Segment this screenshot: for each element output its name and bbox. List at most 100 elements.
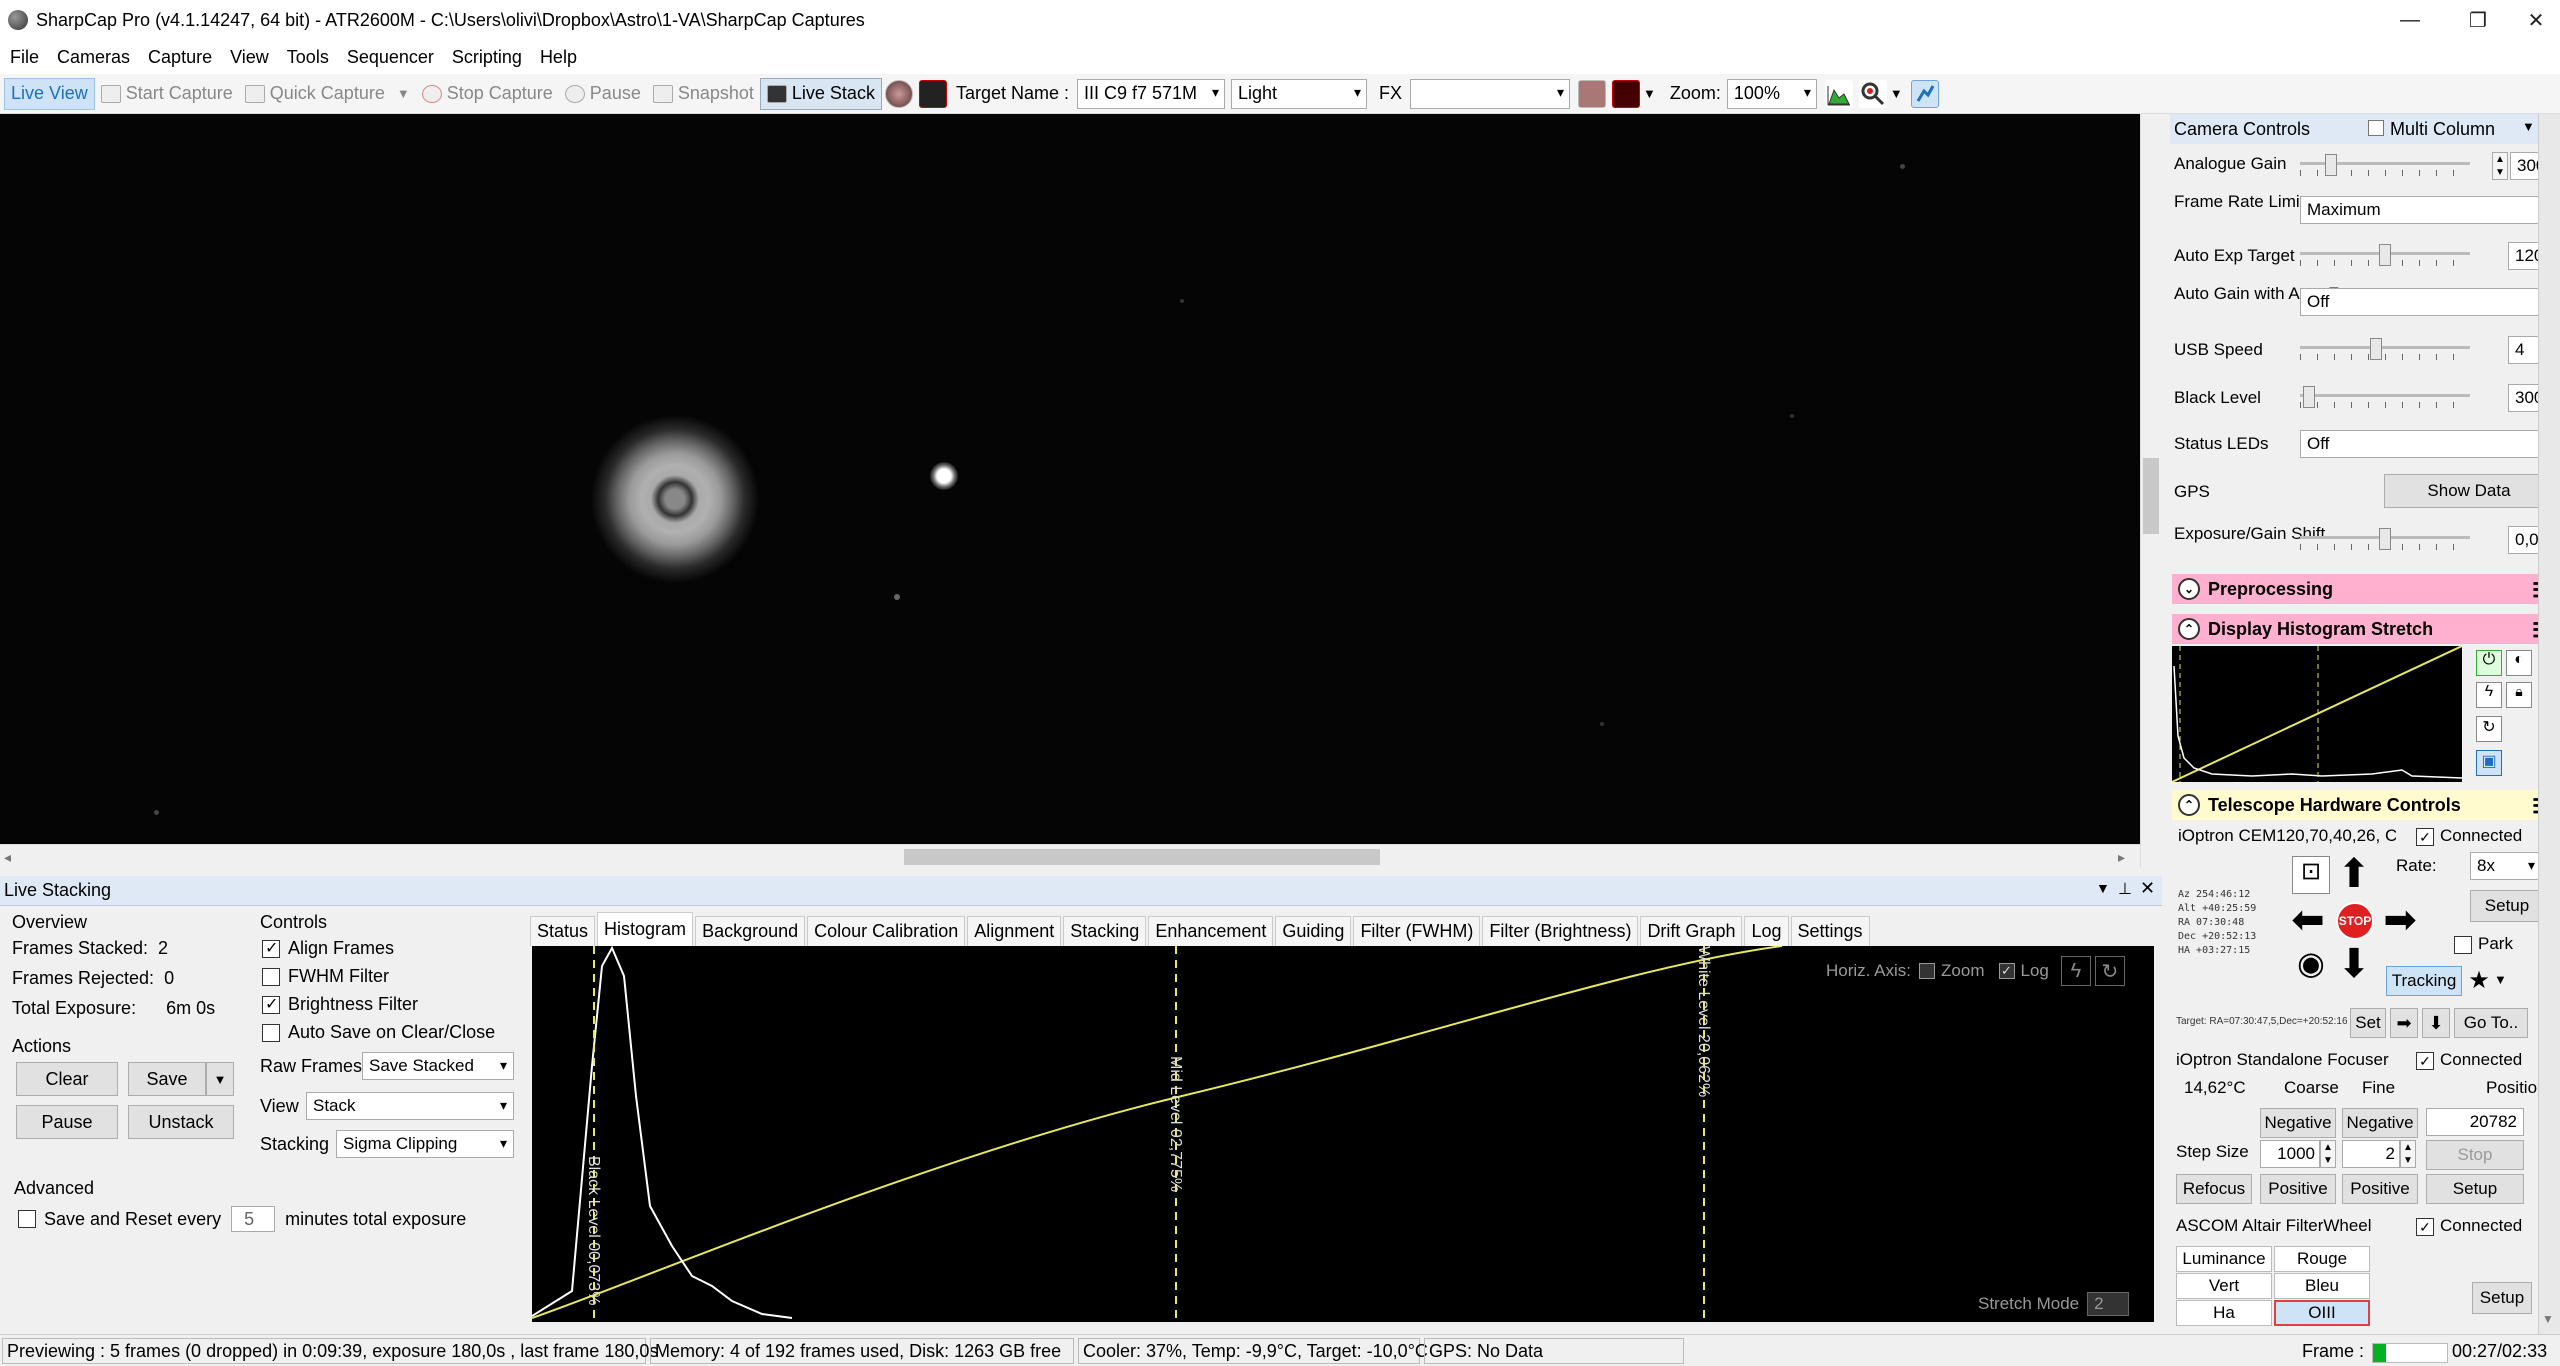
fine-step-input[interactable]: 2	[2342, 1140, 2400, 1168]
zoom-checkbox[interactable]	[1919, 963, 1936, 979]
histogram-stretch-header[interactable]: ⌃ Display Histogram Stretch ☰	[2172, 614, 2558, 644]
clear-button[interactable]: Clear	[16, 1062, 118, 1096]
analogue-gain-thumb[interactable]	[2325, 154, 2338, 176]
multi-column-checkbox[interactable]	[2368, 120, 2384, 136]
magnifier-icon[interactable]	[1858, 79, 1887, 108]
quick-capture-button[interactable]: Quick Capture ▼	[239, 78, 416, 110]
frame-type-select[interactable]: Light	[1231, 78, 1367, 109]
black-level-slider[interactable]	[2300, 386, 2470, 408]
mount-setup-button[interactable]: Setup	[2470, 890, 2544, 922]
image-viewer[interactable]	[0, 114, 2140, 844]
contrast-icon[interactable]: ◐	[2506, 650, 2532, 676]
arrow-up-icon[interactable]: ⬆	[2334, 854, 2374, 894]
dock-icon[interactable]	[1910, 79, 1939, 108]
filter-bleu[interactable]: Bleu	[2274, 1273, 2370, 1299]
reset-icon[interactable]: ↻	[2094, 956, 2125, 986]
tab-filter-brightness[interactable]: Filter (Brightness)	[1482, 916, 1639, 946]
brightness-filter-checkbox[interactable]	[262, 994, 280, 1014]
viewer-hscrollbar[interactable]: ◂ ▸	[0, 844, 2140, 868]
tab-colour-calibration[interactable]: Colour Calibration	[807, 916, 966, 946]
arrow-left-icon[interactable]: ⬅	[2288, 900, 2328, 940]
restore-button[interactable]: ❐	[2444, 0, 2512, 40]
menu-capture[interactable]: Capture	[148, 47, 212, 68]
arrow-down-icon[interactable]: ⬇	[2334, 944, 2374, 984]
arrow-right-icon[interactable]: ➡	[2380, 900, 2420, 940]
tab-drift-graph[interactable]: Drift Graph	[1640, 916, 1743, 946]
menu-sequencer[interactable]: Sequencer	[347, 47, 434, 68]
star-icon[interactable]: ★	[2464, 966, 2494, 996]
home-target-icon[interactable]: ◉	[2292, 944, 2330, 982]
minimize-button[interactable]: —	[2376, 0, 2444, 40]
usb-speed-thumb[interactable]	[2369, 338, 2382, 360]
fine-positive-button[interactable]: Positive	[2342, 1174, 2418, 1204]
refocus-button[interactable]: Refocus	[2176, 1174, 2252, 1204]
save-button[interactable]: Save	[128, 1062, 206, 1096]
menu-help[interactable]: Help	[540, 47, 577, 68]
auto-save-checkbox[interactable]	[262, 1023, 280, 1042]
tab-stacking[interactable]: Stacking	[1063, 916, 1147, 946]
menu-scripting[interactable]: Scripting	[452, 47, 522, 68]
histogram-icon[interactable]	[1824, 79, 1853, 108]
hscroll-thumb[interactable]	[904, 849, 1380, 865]
lightning-icon[interactable]: ϟ	[2476, 682, 2502, 708]
chevron-down-icon[interactable]: ▼	[1890, 86, 1903, 101]
tab-background[interactable]: Background	[695, 916, 806, 946]
align-frames-checkbox[interactable]	[262, 938, 280, 958]
set-button[interactable]: Set	[2350, 1008, 2386, 1038]
right-panel-scrollbar[interactable]: ▼	[2538, 114, 2560, 1334]
pause-button[interactable]: Pause	[559, 78, 647, 110]
filterwheel-setup-button[interactable]: Setup	[2472, 1282, 2532, 1314]
record-icon[interactable]	[918, 79, 947, 108]
chevron-down-icon[interactable]: ▼	[2542, 1312, 2554, 1326]
tab-histogram[interactable]: Histogram	[597, 912, 694, 946]
save-reset-checkbox[interactable]	[18, 1210, 36, 1228]
close-icon[interactable]: ✕	[2140, 878, 2155, 899]
chevron-down-icon[interactable]: ▼	[2096, 880, 2110, 896]
stack-histogram[interactable]: Black Level 00,073% Mid Level 02,775% Wh…	[532, 946, 2154, 1322]
darks-icon[interactable]	[884, 79, 913, 108]
stop-button[interactable]: STOP	[2336, 902, 2374, 940]
tracking-button[interactable]: Tracking	[2386, 966, 2462, 996]
mount-connected-checkbox[interactable]: ✓	[2416, 828, 2434, 846]
preprocessing-header[interactable]: ⌄ Preprocessing ☰	[2172, 574, 2558, 604]
target-name-select[interactable]: III C9 f7 571M	[1077, 78, 1225, 109]
pause-stack-button[interactable]: Pause	[16, 1105, 118, 1139]
tab-filter-fwhm[interactable]: Filter (FWHM)	[1353, 916, 1481, 946]
power-icon[interactable]: ⏻	[2476, 650, 2502, 676]
pin-icon[interactable]: ⊥	[2118, 879, 2132, 899]
lock-icon[interactable]: 🔒︎	[2506, 682, 2532, 708]
brightness-filter-row[interactable]: Brightness Filter	[262, 994, 418, 1015]
position-value[interactable]: 20782	[2426, 1108, 2524, 1136]
tab-log[interactable]: Log	[1744, 916, 1789, 946]
menu-tools[interactable]: Tools	[287, 47, 329, 68]
filter-oiii[interactable]: OIII	[2274, 1300, 2370, 1326]
arrow-right-icon[interactable]: ➡	[2390, 1008, 2418, 1038]
frame-rate-select[interactable]: Maximum	[2300, 196, 2554, 224]
exp-gain-shift-thumb[interactable]	[2379, 528, 2391, 550]
step-size-input[interactable]: 1000	[2260, 1140, 2320, 1168]
tab-settings[interactable]: Settings	[1790, 916, 1870, 946]
coarse-negative-button[interactable]: Negative	[2260, 1108, 2336, 1138]
auto-gain-select[interactable]: Off	[2300, 288, 2554, 316]
raw-frames-select[interactable]: Save Stacked	[362, 1052, 514, 1080]
arrow-down-icon[interactable]: ⬇	[2422, 1008, 2450, 1038]
rate-select[interactable]: 8x	[2470, 852, 2542, 880]
reset-icon[interactable]: ↻	[2476, 716, 2502, 742]
fine-negative-button[interactable]: Negative	[2342, 1108, 2418, 1138]
filterwheel-connected-checkbox[interactable]: ✓	[2416, 1218, 2434, 1236]
black-level-thumb[interactable]	[2303, 386, 2316, 408]
park-checkbox[interactable]	[2454, 936, 2472, 954]
stop-capture-button[interactable]: Stop Capture	[416, 78, 559, 110]
chevron-down-icon[interactable]: ⌄	[2178, 578, 2200, 600]
auto-exp-slider[interactable]	[2300, 244, 2470, 266]
fwhm-filter-checkbox[interactable]	[262, 967, 280, 986]
vscroll-thumb[interactable]	[2143, 458, 2159, 534]
goto-button[interactable]: Go To..	[2454, 1008, 2528, 1038]
coarse-positive-button[interactable]: Positive	[2260, 1174, 2336, 1204]
chevron-up-icon[interactable]: ⌃	[2178, 618, 2200, 640]
align-frames-row[interactable]: Align Frames	[262, 938, 394, 959]
save-icon[interactable]: ▣	[2476, 750, 2502, 776]
chevron-up-icon[interactable]: ⌃	[2178, 794, 2200, 816]
live-view-button[interactable]: Live View	[4, 77, 95, 110]
lightning-icon[interactable]: ϟ	[2060, 956, 2091, 986]
